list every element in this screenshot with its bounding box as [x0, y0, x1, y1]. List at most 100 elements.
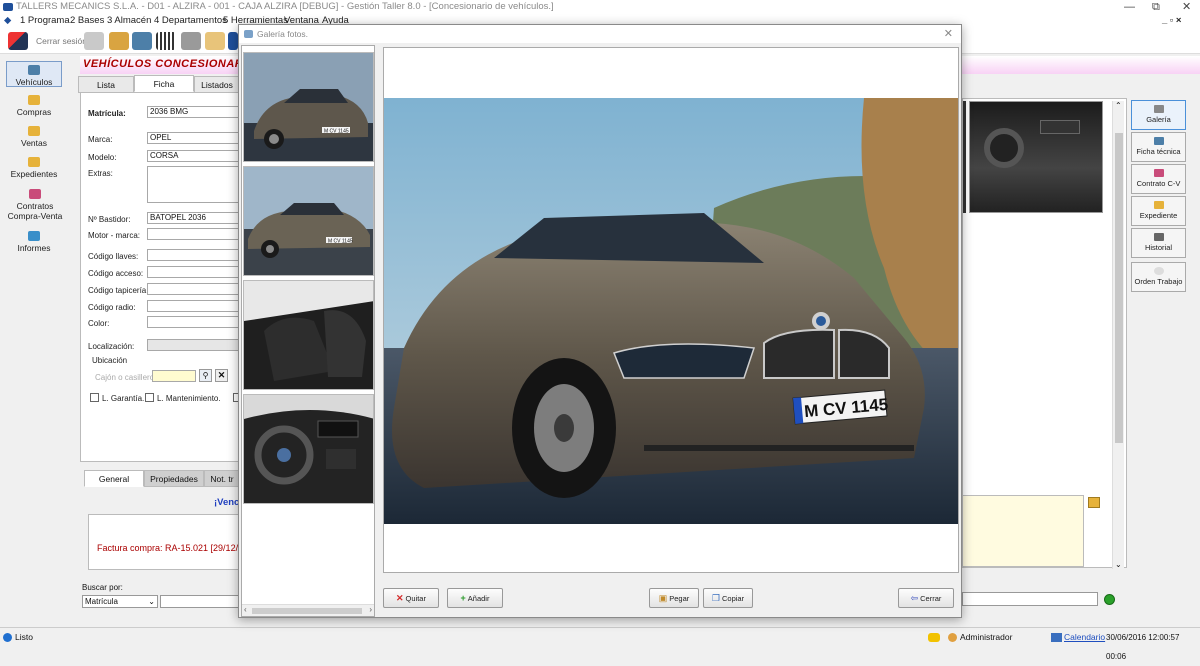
notes-area[interactable]	[962, 495, 1084, 567]
help-icon[interactable]	[228, 32, 238, 50]
calendar-icon[interactable]	[1051, 633, 1062, 642]
factura-text: Factura compra: RA-15.021 [29/12/2	[97, 543, 244, 553]
bastidor-field[interactable]: BATOPEL 2036	[147, 212, 241, 224]
scroll-right-icon[interactable]: ›	[369, 605, 372, 614]
pegar-button[interactable]: ▣ Pegar	[649, 588, 699, 608]
quitar-label: Quitar	[405, 594, 426, 603]
window-title: TALLERS MECANICS S.L.A. - D01 - ALZIRA -…	[16, 1, 554, 12]
cerrar-label: Cerrar	[920, 594, 942, 603]
quitar-button[interactable]: ✕ Quitar	[383, 588, 439, 608]
nav-contratos[interactable]: Contratos Compra-Venta	[4, 189, 66, 221]
logout-icon[interactable]	[8, 32, 28, 50]
orden-trabajo-button[interactable]: Orden Trabajo	[1131, 262, 1186, 292]
calendar-link[interactable]: Calendario	[1064, 628, 1105, 647]
menu-almacen[interactable]: 3 Almacén	[107, 14, 151, 28]
expediente-button[interactable]: Expediente	[1131, 196, 1186, 226]
chat-icon[interactable]	[928, 633, 940, 642]
open-folder-icon[interactable]	[1088, 497, 1100, 508]
nav-ventas[interactable]: Ventas	[6, 126, 62, 148]
thumbnail-dashboard[interactable]	[243, 394, 374, 504]
historial-button[interactable]: Historial	[1131, 228, 1186, 258]
tab-lista[interactable]: Lista	[78, 76, 134, 93]
tab-listados[interactable]: Listados	[194, 76, 240, 93]
barcode-icon[interactable]	[156, 32, 176, 50]
mdi-controls[interactable]: _ ▫ ×	[1162, 14, 1181, 28]
scroll-down-icon[interactable]: ⌄	[1115, 560, 1122, 569]
copiar-button[interactable]: ❐ Copiar	[703, 588, 753, 608]
close-session-button[interactable]: Cerrar sesión	[36, 36, 87, 46]
bottom-input[interactable]	[962, 592, 1098, 606]
contrato-cv-button[interactable]: Contrato C-V	[1131, 164, 1186, 194]
tab-propiedades[interactable]: Propiedades	[144, 470, 204, 487]
nav-expedientes[interactable]: Expedientes	[6, 157, 62, 179]
modelo-field[interactable]: CORSA	[147, 150, 241, 162]
menu-programa[interactable]: 1 Programa	[20, 14, 70, 28]
thumbnail-car-side[interactable]: M CV 1145	[243, 166, 374, 276]
home-icon[interactable]: ◆	[4, 14, 11, 28]
thumbnail-edge	[963, 101, 966, 213]
nav-compras[interactable]: Compras	[6, 95, 62, 117]
radio-field[interactable]	[147, 300, 241, 312]
ficha-tecnica-button[interactable]: Ficha técnica	[1131, 132, 1186, 162]
scroll-thumb[interactable]	[1115, 133, 1123, 443]
tools-icon[interactable]	[84, 32, 104, 50]
buscar-label: Buscar por:	[82, 583, 123, 592]
close-window-button[interactable]: ✕	[1182, 0, 1191, 14]
menu-bases[interactable]: 2 Bases	[70, 14, 104, 28]
search-icon[interactable]: ⚲	[199, 369, 212, 382]
garantia-checkbox[interactable]	[90, 393, 99, 402]
buscar-select[interactable]: Matrícula ⌄	[82, 595, 158, 608]
clear-icon[interactable]: ✕	[215, 369, 228, 382]
anadir-button[interactable]: + Añadir	[447, 588, 503, 608]
galeria-button[interactable]: Galería	[1131, 100, 1186, 130]
vehicle-form: Matrícula: 2036 BMG Marca: OPEL Modelo: …	[80, 92, 242, 462]
vertical-scrollbar[interactable]: ⌃ ⌄	[1112, 101, 1124, 569]
thumbnail-interior-seats[interactable]	[243, 280, 374, 390]
llaves-field[interactable]	[147, 249, 241, 261]
minimize-button[interactable]: —	[1124, 0, 1135, 14]
tab-general[interactable]: General	[84, 470, 144, 487]
nav-vehiculos-label: Vehículos	[15, 77, 53, 87]
contract-icon	[1153, 169, 1164, 177]
cerrar-button[interactable]: ⇦ Cerrar	[898, 588, 954, 608]
car-icon[interactable]	[132, 32, 152, 50]
mantenimiento-checkbox[interactable]	[145, 393, 154, 402]
tab-ficha[interactable]: Ficha	[134, 75, 194, 92]
screen-shape	[1040, 120, 1080, 134]
go-icon[interactable]	[1104, 594, 1115, 605]
cajon-field[interactable]	[152, 370, 196, 382]
dialog-title-bar: Galería fotos. ✕	[239, 25, 961, 43]
tab-not-tr[interactable]: Not. tr	[204, 470, 240, 487]
scroll-left-icon[interactable]: ‹	[244, 605, 247, 614]
print-icon[interactable]	[181, 32, 201, 50]
folder-icon	[28, 95, 40, 105]
horizontal-scrollbar[interactable]: ‹ ›	[242, 604, 374, 616]
scroll-up-icon[interactable]: ⌃	[1115, 101, 1122, 110]
nav-informes[interactable]: Informes	[6, 231, 62, 253]
clipboard-icon[interactable]	[205, 32, 225, 50]
thumbnail-list: M CV 1145 M CV 1145 ‹ ›	[241, 45, 375, 617]
search-bar: Buscar por: Matrícula ⌄	[80, 580, 240, 610]
motor-field[interactable]	[147, 228, 241, 240]
tapiceria-field[interactable]	[147, 283, 241, 295]
restore-button[interactable]: ⧉	[1152, 0, 1160, 14]
user-icon	[948, 633, 957, 642]
pegar-label: Pegar	[669, 594, 690, 603]
contrato-cv-label: Contrato C-V	[1136, 179, 1181, 188]
scroll-thumb[interactable]	[252, 608, 362, 614]
marca-field[interactable]: OPEL	[147, 132, 241, 144]
acceso-field[interactable]	[147, 266, 241, 278]
users-icon[interactable]	[109, 32, 129, 50]
color-field[interactable]	[147, 316, 241, 328]
add-icon: +	[460, 593, 466, 603]
extras-field[interactable]	[147, 166, 241, 203]
dashboard-thumbnail[interactable]	[969, 101, 1103, 213]
nav-vehiculos[interactable]: Vehículos	[6, 61, 62, 87]
matricula-field[interactable]: 2036 BMG	[147, 106, 241, 118]
thumbnail-car-front[interactable]: M CV 1145	[243, 52, 374, 162]
user-name: Administrador	[960, 632, 1013, 642]
buscar-input[interactable]	[160, 595, 240, 608]
menu-departamentos[interactable]: 4 Departamentos	[154, 14, 227, 28]
dialog-close-button[interactable]: ✕	[944, 25, 953, 43]
steering-wheel-shape	[984, 128, 1024, 168]
